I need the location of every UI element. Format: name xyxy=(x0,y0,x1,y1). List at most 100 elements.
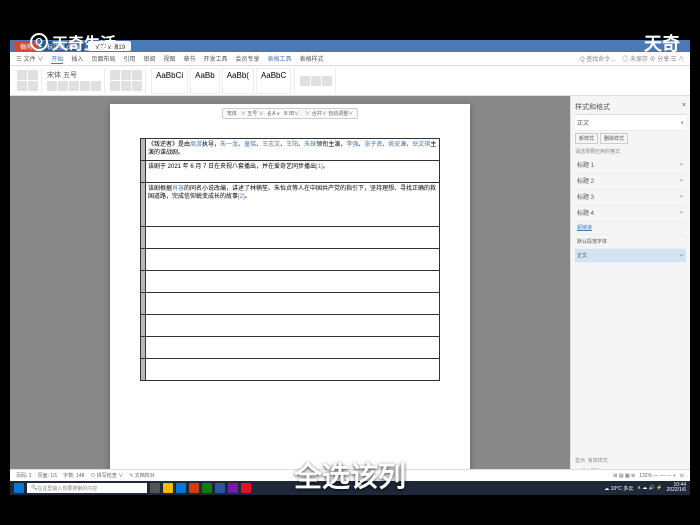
mini-table-tools[interactable]: B 田∨ ⬚∨ 合并∨ 自动调整∨ xyxy=(284,110,353,117)
cell-content[interactable]: 该剧根据肖容的同名小说改编，讲述了林楠笙、朱怡贞等人在中国共产党的指引下，坚持理… xyxy=(146,183,440,227)
style-h3[interactable]: 标题 3 xyxy=(577,192,594,201)
task-view-icon[interactable] xyxy=(150,483,160,493)
italic-icon[interactable] xyxy=(58,81,68,91)
menu-layout[interactable]: 页面布局 xyxy=(91,54,115,63)
menu-dev[interactable]: 开发工具 xyxy=(203,54,227,63)
zoom-control[interactable]: 132% — —·— + xyxy=(639,473,676,479)
video-subtitle: 全选该列 xyxy=(294,455,406,495)
watermark-icon: Q xyxy=(30,33,48,51)
word-icon[interactable] xyxy=(215,483,225,493)
menu-section[interactable]: 章节 xyxy=(183,54,195,63)
paste-icon[interactable] xyxy=(17,70,27,80)
menu-search[interactable]: Q 查找命令… xyxy=(580,54,616,63)
menu-reference[interactable]: 引用 xyxy=(123,54,135,63)
weather-widget[interactable]: ☁ 10°C 多云 xyxy=(604,485,633,492)
cell-content[interactable]: 《叛逆者》是由周游执导，朱一龙、童瑶、王志文、王阳、朱珠领衔主演，李强、张子贤、… xyxy=(146,139,440,161)
current-style[interactable]: 正文 xyxy=(577,118,589,127)
status-words[interactable]: 字数: 148 xyxy=(63,472,84,479)
copy-icon[interactable] xyxy=(17,81,27,91)
panel-hint: 请选择要应用的格式 xyxy=(575,146,686,157)
watermark-left: Q 天奇生活 xyxy=(30,30,116,54)
menu-vip[interactable]: 会员专享 xyxy=(235,54,259,63)
delete-style-button[interactable]: 删除样式 xyxy=(600,133,628,144)
cell-empty[interactable] xyxy=(146,227,440,249)
status-proofing[interactable]: ✎ 文档校对 xyxy=(129,472,155,479)
explorer-icon[interactable] xyxy=(163,483,173,493)
office-icon[interactable] xyxy=(189,483,199,493)
clock-date[interactable]: 2022/1/6 xyxy=(667,487,686,493)
watermark-right: 天奇 xyxy=(644,30,680,56)
replace-icon[interactable] xyxy=(311,76,321,86)
numbering-icon[interactable] xyxy=(121,70,131,80)
style-h2[interactable]: 标题 2 xyxy=(577,176,594,185)
start-button[interactable] xyxy=(14,483,24,493)
indent-icon[interactable] xyxy=(132,70,142,80)
main-area: 宋体 ∨ 五号 ∨ A̲ A ∨ B 田∨ ⬚∨ 合并∨ 自动调整∨ 《叛逆者》… xyxy=(10,96,690,481)
monitor-frame: 稿壳 标注器.docx 文字文稿19 三 文件 ∨ 开始 插入 页面布局 引用 … xyxy=(10,40,690,495)
watermark-text: 天奇生活 xyxy=(52,30,116,54)
menu-bar: 三 文件 ∨ 开始 插入 页面布局 引用 审阅 视图 章节 开发工具 会员专享 … xyxy=(10,52,690,66)
style-hyperlink[interactable]: 超链接 xyxy=(577,224,592,231)
document-table[interactable]: 《叛逆者》是由周游执导，朱一龙、童瑶、王志文、王阳、朱珠领衔主演，李强、张子贤、… xyxy=(140,138,440,381)
menu-home[interactable]: 开始 xyxy=(51,54,63,64)
style-preview-1[interactable]: AaBbCi xyxy=(151,68,188,94)
menu-view[interactable]: 视图 xyxy=(163,54,175,63)
menu-insert[interactable]: 插入 xyxy=(71,54,83,63)
style-h1[interactable]: 标题 1 xyxy=(577,160,594,169)
status-sync-icon[interactable]: ⊙ xyxy=(680,473,684,479)
view-buttons[interactable]: ⊞ ▤ ▦ ⊕ xyxy=(613,473,635,479)
style-body[interactable]: 正文 xyxy=(577,252,587,259)
underline-icon[interactable] xyxy=(69,81,79,91)
strike-icon[interactable] xyxy=(80,81,90,91)
style-h4[interactable]: 标题 4 xyxy=(577,208,594,217)
format-painter-icon[interactable] xyxy=(28,81,38,91)
mini-size[interactable]: ∨ 五号 ∨ xyxy=(241,110,264,117)
styles-panel: 样式和格式× 正文∨ 新样式 删除样式 请选择要应用的格式 标题 1↵ 标题 2… xyxy=(570,96,690,481)
app-icon-2[interactable] xyxy=(241,483,251,493)
app-icon[interactable] xyxy=(228,483,238,493)
style-default-font[interactable]: 默认段落字体 xyxy=(577,238,607,245)
align-right-icon[interactable] xyxy=(132,81,142,91)
mini-font[interactable]: 宋体 xyxy=(227,110,237,117)
panel-show-mode[interactable]: 显示: 有效样式 xyxy=(575,455,686,466)
panel-title: 样式和格式 xyxy=(575,102,610,112)
color-icon[interactable] xyxy=(91,81,101,91)
status-page[interactable]: 页码: 1 xyxy=(16,472,32,479)
mini-text-tools[interactable]: A̲ A ∨ xyxy=(268,111,281,117)
cell-empty[interactable] xyxy=(146,293,440,315)
new-style-button[interactable]: 新样式 xyxy=(575,133,598,144)
status-pages[interactable]: 页面: 1/1 xyxy=(38,472,58,479)
bold-icon[interactable] xyxy=(47,81,57,91)
cell-empty[interactable] xyxy=(146,249,440,271)
cell-content[interactable]: 该剧于 2021 年 6 月 7 日在央视八套播出，并在爱奇艺同步播出[1]。 xyxy=(146,161,440,183)
edge-icon[interactable] xyxy=(176,483,186,493)
style-preview-2[interactable]: AaBb xyxy=(190,68,220,94)
find-icon[interactable] xyxy=(300,76,310,86)
menu-file[interactable]: 三 文件 ∨ xyxy=(16,54,43,63)
align-left-icon[interactable] xyxy=(110,81,120,91)
cut-icon[interactable] xyxy=(28,70,38,80)
cell-empty[interactable] xyxy=(146,315,440,337)
cell-empty[interactable] xyxy=(146,359,440,381)
font-select[interactable]: 宋体 xyxy=(47,70,61,80)
menu-table-tools[interactable]: 表格工具 xyxy=(267,54,291,63)
taskbar-search[interactable]: 🔍 在这里输入你要搜索的内容 xyxy=(27,483,147,493)
panel-close-icon[interactable]: × xyxy=(682,102,686,112)
mini-toolbar[interactable]: 宋体 ∨ 五号 ∨ A̲ A ∨ B 田∨ ⬚∨ 合并∨ 自动调整∨ xyxy=(222,108,358,119)
size-select[interactable]: 五号 xyxy=(63,70,77,80)
style-preview-3[interactable]: AaBb( xyxy=(222,68,254,94)
style-preview-4[interactable]: AaBbC xyxy=(256,68,291,94)
ribbon: 宋体五号 AaBbCi AaBb AaBb( AaBbC xyxy=(10,66,690,96)
tray-icons[interactable]: ∧ ☁ 🔊 ⚡ xyxy=(637,485,662,491)
document-area[interactable]: 宋体 ∨ 五号 ∨ A̲ A ∨ B 田∨ ⬚∨ 合并∨ 自动调整∨ 《叛逆者》… xyxy=(10,96,570,481)
align-center-icon[interactable] xyxy=(121,81,131,91)
cell-empty[interactable] xyxy=(146,337,440,359)
page: 宋体 ∨ 五号 ∨ A̲ A ∨ B 田∨ ⬚∨ 合并∨ 自动调整∨ 《叛逆者》… xyxy=(110,104,470,473)
list-icon[interactable] xyxy=(110,70,120,80)
status-spellcheck[interactable]: ⊙ 拼写检查 ∨ xyxy=(90,472,123,479)
menu-review[interactable]: 审阅 xyxy=(143,54,155,63)
menu-table-style[interactable]: 表格样式 xyxy=(300,54,324,63)
cell-empty[interactable] xyxy=(146,271,440,293)
excel-icon[interactable] xyxy=(202,483,212,493)
select-icon[interactable] xyxy=(322,76,332,86)
